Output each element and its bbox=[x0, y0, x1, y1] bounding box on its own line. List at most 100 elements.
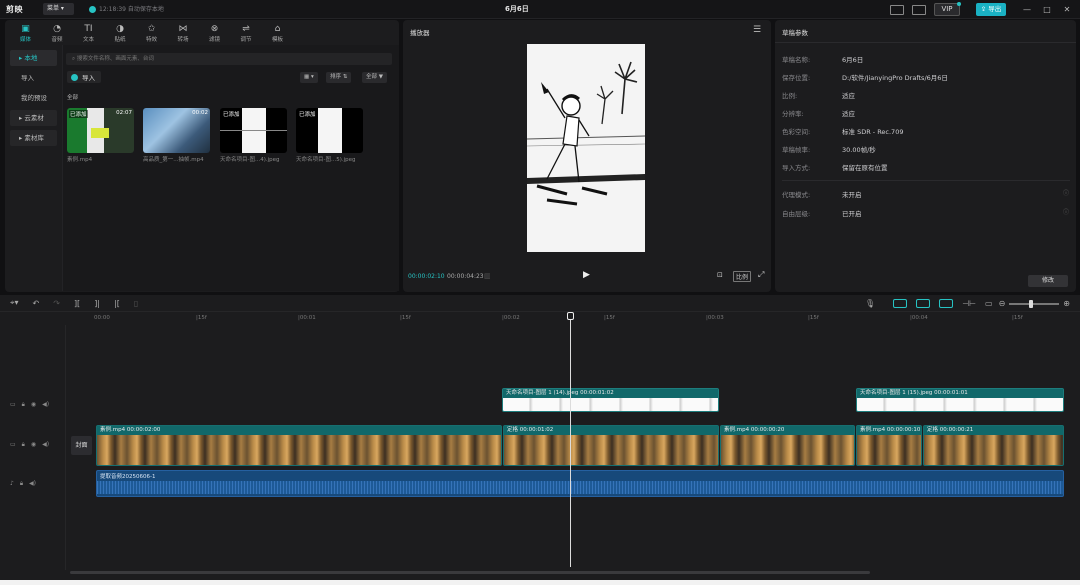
speaker-icon[interactable]: ◀) bbox=[42, 401, 49, 408]
import-icon bbox=[71, 73, 78, 81]
video-clip[interactable]: 素例.mp4 00:00:00:10 bbox=[856, 425, 922, 466]
thumbnail-image bbox=[318, 108, 342, 153]
freeze-clip[interactable]: 定格 00:00:01:02 bbox=[503, 425, 719, 466]
image-clip[interactable]: 天命名项目-图层 1 (15).jpeg 00:00:01:01 bbox=[856, 388, 1064, 412]
transition-icon: ⋈ bbox=[178, 23, 188, 34]
sidebar-item-import[interactable]: 导入 bbox=[10, 70, 61, 86]
tool-tabs: ▣ 媒体 ◔ 音频 TI 文本 ◑ 贴纸 ✩ 特效 ⋈ 转场 ⊗ 滤镜 ⇌ 调节 ⌂ 模板 bbox=[10, 22, 294, 44]
thumbnail-line bbox=[220, 130, 287, 131]
tab-label: 滤镜 bbox=[208, 36, 220, 43]
zoom-slider[interactable] bbox=[1009, 299, 1060, 308]
timeline-scrollbar[interactable] bbox=[70, 571, 870, 574]
main-track-magnet-icon[interactable] bbox=[893, 299, 908, 308]
save-status-text: 12:18:39 自动保存本地 bbox=[99, 6, 164, 13]
video-preview[interactable] bbox=[527, 44, 645, 252]
zoom-in-icon[interactable]: ⊕ bbox=[1063, 299, 1070, 308]
undo-icon[interactable]: ↶ bbox=[33, 299, 40, 308]
image-clip[interactable]: 天命名项目-图层 1 (14).jpeg 00:00:01:02 bbox=[502, 388, 719, 412]
vip-button[interactable]: VIP bbox=[934, 2, 961, 16]
ruler-tick: |15f bbox=[400, 315, 411, 321]
speaker-icon[interactable]: ◀) bbox=[29, 480, 36, 487]
freeze-clip[interactable]: 定格 00:00:00:21 bbox=[923, 425, 1064, 466]
edit-params-button[interactable]: 修改 bbox=[1028, 275, 1068, 287]
media-thumbnail[interactable]: 已添加 bbox=[220, 108, 287, 153]
linkage-icon[interactable] bbox=[939, 299, 954, 308]
preview-axis-icon[interactable]: ⊣⊢ bbox=[962, 299, 976, 308]
keyboard-icon[interactable] bbox=[890, 4, 904, 15]
vip-notification-dot bbox=[957, 2, 961, 6]
clip-label: 素例.mp4 00:00:00:10 bbox=[857, 426, 921, 435]
minimize-icon[interactable]: — bbox=[1020, 5, 1034, 14]
tab-transition[interactable]: ⋈ 转场 bbox=[168, 24, 199, 43]
lock-icon[interactable]: 🔒︎ bbox=[20, 480, 23, 487]
clip-label: 天命名项目-图层 1 (14).jpeg 00:00:01:02 bbox=[503, 389, 718, 398]
cover-button[interactable]: 封面 bbox=[71, 436, 92, 455]
media-thumbnail[interactable]: 00:02 bbox=[143, 108, 210, 153]
media-icon: ▣ bbox=[21, 23, 30, 34]
zoom-out-icon[interactable]: ⊖ bbox=[999, 299, 1006, 308]
split-left-icon[interactable]: ]| bbox=[94, 299, 100, 308]
tab-text[interactable]: TI 文本 bbox=[73, 24, 104, 43]
search-input[interactable]: ⌕ 搜索文件名称、画面元素、台词 bbox=[66, 53, 392, 65]
tab-adjust[interactable]: ⇌ 调节 bbox=[231, 24, 262, 43]
param-value: 适应 bbox=[842, 92, 855, 100]
info-icon[interactable]: ⓘ bbox=[1063, 207, 1069, 216]
info-icon[interactable]: ⓘ bbox=[1063, 188, 1069, 197]
auto-snap-icon[interactable] bbox=[916, 299, 931, 308]
maximize-icon[interactable]: □ bbox=[1040, 5, 1054, 14]
sidebar-item-presets[interactable]: 我的预设 bbox=[10, 90, 61, 106]
tab-filter[interactable]: ⊗ 滤镜 bbox=[199, 24, 230, 43]
menu-button[interactable]: 菜单 ▾ bbox=[43, 3, 74, 15]
player-title: 播放器 bbox=[410, 29, 430, 37]
player-menu-icon[interactable]: ☰ bbox=[753, 25, 761, 35]
tab-sticker[interactable]: ◑ 贴纸 bbox=[105, 24, 136, 43]
param-label: 分辨率: bbox=[782, 110, 804, 118]
delete-icon[interactable]: ▯ bbox=[134, 299, 138, 308]
speaker-icon[interactable]: ◀) bbox=[42, 441, 49, 448]
vip-label: VIP bbox=[941, 5, 953, 13]
split-icon[interactable]: ][ bbox=[74, 299, 80, 308]
clip-label: 素例.mp4 00:00:00:20 bbox=[721, 426, 854, 435]
sidebar-item-local[interactable]: ▸ 本地 bbox=[10, 50, 57, 66]
lock-icon[interactable]: 🔒︎ bbox=[22, 401, 25, 408]
lock-icon[interactable]: 🔒︎ bbox=[22, 441, 25, 448]
added-badge: 已添加 bbox=[222, 110, 241, 118]
tab-media[interactable]: ▣ 媒体 bbox=[10, 24, 41, 43]
timecode-grid-icon[interactable]: ▥ bbox=[484, 272, 491, 280]
close-icon[interactable]: ✕ bbox=[1060, 5, 1074, 14]
media-thumbnail[interactable]: 已添加 bbox=[296, 108, 363, 153]
eye-icon[interactable]: ◉ bbox=[31, 401, 36, 408]
playhead[interactable] bbox=[570, 312, 571, 567]
fit-screen-icon[interactable]: ⊡ bbox=[717, 271, 723, 279]
media-thumbnail[interactable]: 已添加 02:07 bbox=[67, 108, 134, 153]
redo-icon[interactable]: ↷ bbox=[53, 299, 60, 308]
ratio-button[interactable]: 比例 bbox=[733, 271, 752, 282]
playhead-handle[interactable] bbox=[567, 312, 574, 320]
audio-clip[interactable]: 提取音频20250606-1 bbox=[96, 470, 1064, 497]
select-tool-icon[interactable]: ⌖▾ bbox=[10, 298, 19, 308]
fullscreen-icon[interactable]: ⤢ bbox=[758, 270, 764, 280]
caption-icon[interactable]: ▭ bbox=[985, 299, 993, 308]
split-right-icon[interactable]: |[ bbox=[114, 299, 120, 308]
video-clip[interactable]: 素例.mp4 00:00:02:00 bbox=[96, 425, 502, 466]
tab-effects[interactable]: ✩ 特效 bbox=[136, 24, 167, 43]
microphone-icon[interactable]: 🎙 bbox=[865, 299, 875, 308]
video-clip[interactable]: 素例.mp4 00:00:00:20 bbox=[720, 425, 855, 466]
view-toggle-button[interactable]: ▦ ▾ bbox=[300, 72, 318, 83]
sidebar-item-cloud[interactable]: ▸ 云素材 bbox=[10, 110, 57, 126]
sort-button[interactable]: 排序 ⇅ bbox=[326, 72, 352, 83]
layout-icon[interactable] bbox=[912, 4, 926, 15]
sidebar-item-library[interactable]: ▸ 素材库 bbox=[10, 130, 57, 146]
play-button[interactable]: ▶ bbox=[583, 270, 590, 280]
tab-label: 模板 bbox=[271, 36, 283, 43]
param-value: 适应 bbox=[842, 110, 855, 118]
import-button[interactable]: 导入 bbox=[67, 71, 101, 83]
zoom-slider-handle[interactable] bbox=[1029, 299, 1034, 308]
tab-template[interactable]: ⌂ 模板 bbox=[262, 24, 293, 43]
eye-icon[interactable]: ◉ bbox=[31, 441, 36, 448]
export-button[interactable]: ⇪ 导出 bbox=[976, 3, 1006, 16]
filter-button[interactable]: 全部 ▼ bbox=[362, 72, 387, 83]
clip-frames bbox=[924, 435, 1063, 465]
tab-audio[interactable]: ◔ 音频 bbox=[42, 24, 73, 43]
param-value: 保留在原有位置 bbox=[842, 164, 888, 172]
